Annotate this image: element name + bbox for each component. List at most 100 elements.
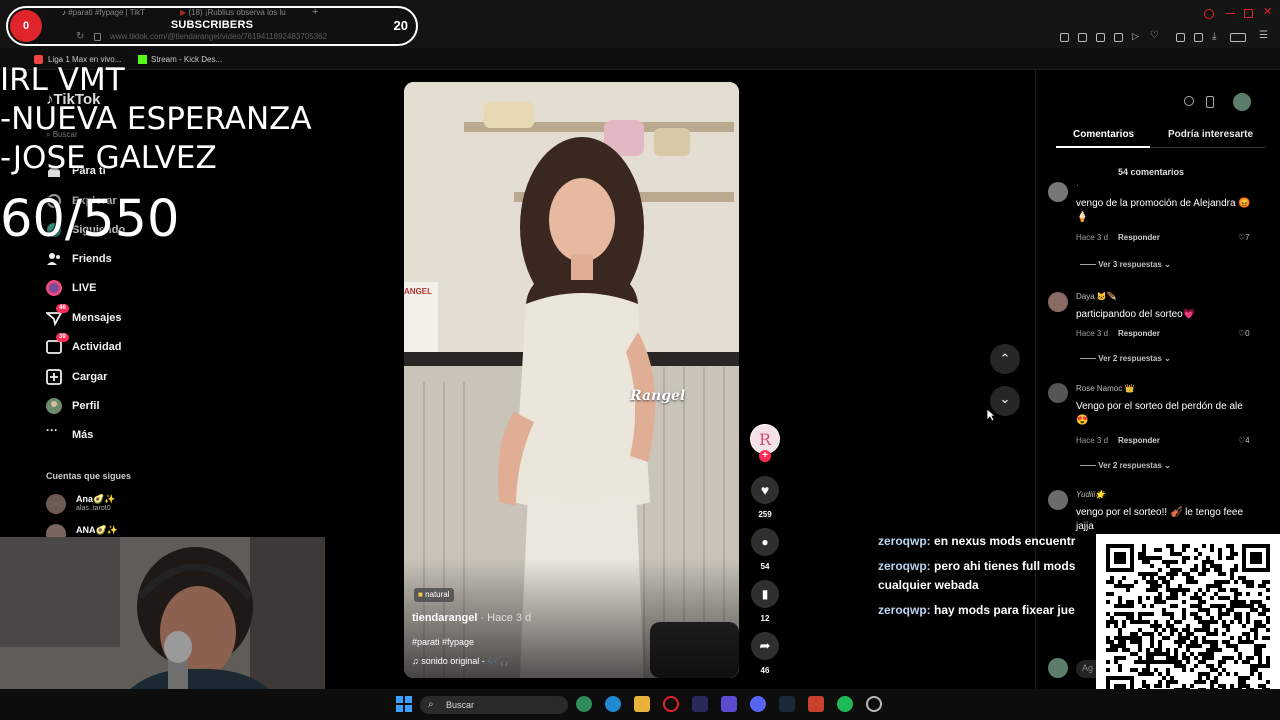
following-account[interactable]: ANA🥑✨ [46, 524, 216, 544]
maximize-icon[interactable] [1244, 9, 1253, 18]
messages-badge: 46 [56, 304, 69, 313]
previous-video-button[interactable]: ⌃ [990, 344, 1020, 374]
file-explorer-icon[interactable] [634, 696, 650, 712]
more-icon: ··· [46, 423, 58, 437]
screenshot-icon[interactable] [1078, 33, 1087, 42]
video-sound[interactable]: ♫ sonido original - 🎶🎧 [412, 656, 510, 667]
overlay-title-line: IRL VMT [0, 62, 125, 98]
comment-text: participandoo del sorteo💗 [1076, 309, 1196, 320]
reply-button[interactable]: Responder [1118, 436, 1160, 445]
commenter-avatar[interactable] [1048, 490, 1068, 510]
reply-button[interactable]: Responder [1118, 233, 1160, 242]
own-avatar [1048, 658, 1068, 678]
chevron-down-icon: ⌄ [1164, 354, 1171, 363]
avatar-icon [46, 398, 62, 414]
comment-like-button[interactable]: ♡4 [1238, 436, 1250, 445]
activity-badge: 39 [56, 333, 69, 342]
view-replies-button[interactable]: —— Ver 2 respuestas ⌄ [1080, 354, 1171, 363]
account-avatar [46, 494, 66, 514]
reply-button[interactable]: Responder [1118, 329, 1160, 338]
video-author: tiendarangel [412, 612, 478, 624]
save-count: 12 [760, 614, 770, 623]
active-tab-indicator [1056, 146, 1150, 148]
tab-comentarios[interactable]: Comentarios [1073, 129, 1134, 140]
view-replies-button[interactable]: —— Ver 2 respuestas ⌄ [1080, 461, 1171, 470]
like-count: 259 [758, 510, 772, 519]
comment-meta: Hace 3 d Responder [1076, 329, 1160, 338]
save-button[interactable]: ▮ [751, 580, 779, 608]
commenter-name[interactable]: · [1076, 181, 1079, 190]
play-icon[interactable]: ▷ [1132, 31, 1139, 42]
following-account[interactable]: Ana🥑✨ alas..tarot0 [46, 494, 216, 516]
commenter-avatar[interactable] [1048, 292, 1068, 312]
bookmark-icon[interactable] [1060, 33, 1069, 42]
spotify-icon[interactable] [837, 696, 853, 712]
chevron-down-icon: ⌄ [1164, 260, 1171, 269]
comment-like-button[interactable]: ♡0 [1238, 329, 1250, 338]
settings-icon[interactable] [866, 696, 882, 712]
wallet-icon[interactable] [1194, 33, 1203, 42]
video-player[interactable]: ANGEL Rangel ■ natural tiendarangel · Ha… [404, 82, 739, 678]
comment-like-button[interactable]: ♡7 [1238, 233, 1250, 242]
close-icon[interactable]: ✕ [1263, 5, 1272, 18]
video-hashtags[interactable]: #parati #fypage [412, 637, 474, 647]
chevron-down-icon: ⌄ [1164, 461, 1171, 470]
subscriber-count: 20 [393, 18, 408, 33]
commenter-name[interactable]: Yudiii🌟 [1076, 490, 1105, 499]
following-title: Cuentas que sigues [46, 471, 132, 481]
minimize-icon[interactable] [1226, 13, 1235, 14]
translate-icon[interactable] [1114, 33, 1123, 42]
tab-podria-interesarte[interactable]: Podría interesarte [1168, 129, 1253, 140]
edge-icon[interactable] [605, 696, 621, 712]
opera-icon[interactable] [663, 696, 679, 712]
search-icon[interactable] [1204, 9, 1214, 19]
video-tag[interactable]: ■ natural [414, 588, 454, 602]
windows-start-icon[interactable] [396, 696, 412, 712]
subscriber-widget: 0 SUBSCRIBERS 20 [6, 6, 418, 46]
panel-divider [1035, 70, 1036, 690]
shield-icon[interactable] [1096, 33, 1105, 42]
download-icon[interactable]: ⤓ [1212, 31, 1216, 42]
rangel-logo-text: Rangel [630, 388, 686, 404]
chat-message: zeroqwp: hay mods para fixear jue [878, 603, 1075, 617]
chat-message: zeroqwp: en nexus mods encuentr [878, 534, 1076, 548]
comment-count-label: 54 comentarios [1117, 167, 1185, 177]
commenter-avatar[interactable] [1048, 383, 1068, 403]
share-button[interactable]: ➦ [751, 632, 779, 660]
teams-icon[interactable] [721, 696, 737, 712]
tag-icon: ■ [418, 590, 426, 599]
extensions-icon[interactable] [1176, 33, 1185, 42]
like-button[interactable]: ♥ [751, 476, 779, 504]
view-replies-button[interactable]: —— Ver 3 respuestas ⌄ [1080, 260, 1171, 269]
chevron-down-icon: ⌄ [999, 391, 1011, 406]
ai-icon[interactable] [1230, 33, 1246, 42]
video-author-line[interactable]: tiendarangel · Hace 3 d [412, 612, 531, 624]
follow-button[interactable]: + [759, 450, 771, 462]
discord-icon[interactable] [750, 696, 766, 712]
bookmark-icon: ▮ [761, 587, 769, 601]
whatsapp-icon[interactable] [576, 696, 592, 712]
overlay-title-line: -NUEVA ESPERANZA [0, 101, 312, 137]
music-note-icon: ♫ [412, 656, 422, 666]
app-icon[interactable] [808, 696, 824, 712]
comment-meta: Hace 3 d Responder [1076, 436, 1160, 445]
kick-icon [138, 55, 147, 64]
comment-text: vengo de la promoción de Alejandra 😡🍦 [1076, 198, 1251, 223]
comment-meta: Hace 3 d Responder [1076, 233, 1160, 242]
screen: ♪ #parati #fypage | TikT ▶ (18) ¡Rublius… [0, 0, 1280, 720]
steam-icon[interactable] [779, 696, 795, 712]
taskbar-search[interactable]: ⌕ Buscar [420, 696, 568, 714]
chat-message: zeroqwp: pero ahi tienes full mods [878, 559, 1076, 573]
heart-icon[interactable]: ♡ [1150, 30, 1159, 41]
commenter-name[interactable]: Daya 🐱🪶 [1076, 292, 1117, 301]
mouse-cursor-icon [986, 408, 996, 422]
heart-icon: ♥ [760, 482, 770, 498]
video-age: · Hace 3 d [477, 612, 532, 624]
bookmark-kick[interactable]: Stream - Kick Des... [151, 55, 222, 64]
menu-icon[interactable]: ☰ [1259, 30, 1268, 41]
share-count: 46 [760, 666, 770, 675]
commenter-avatar[interactable] [1048, 182, 1068, 202]
commenter-name[interactable]: Rose Namoc 👑 [1076, 384, 1134, 393]
comment-button[interactable]: ● [751, 528, 779, 556]
after-effects-icon[interactable] [692, 696, 708, 712]
